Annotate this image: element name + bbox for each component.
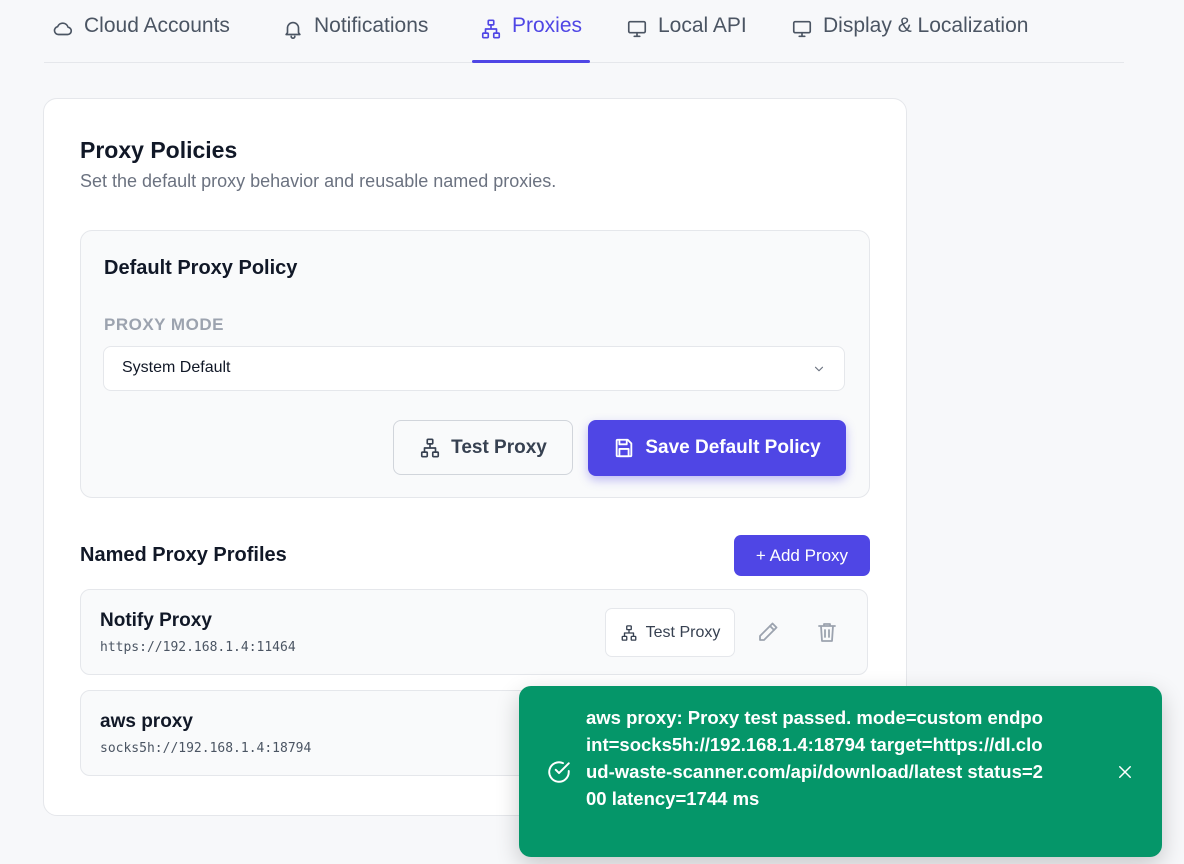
- save-default-policy-button[interactable]: Save Default Policy: [588, 420, 846, 476]
- cloud-icon: [53, 22, 73, 36]
- settings-tabs: Cloud Accounts Notifications Proxies Loc…: [44, 0, 1124, 63]
- monitor-icon: [627, 20, 647, 38]
- default-proxy-policy-panel: Default Proxy Policy PROXY MODE System D…: [80, 230, 870, 498]
- card-subtitle: Set the default proxy behavior and reusa…: [80, 171, 557, 191]
- proxy-profile-url: https://192.168.1.4:11464: [100, 640, 296, 655]
- proxy-mode-select[interactable]: System Default: [103, 346, 845, 391]
- success-toast: aws proxy: Proxy test passed. mode=custo…: [519, 686, 1162, 857]
- tab-label: Proxies: [512, 14, 583, 37]
- close-icon[interactable]: [1116, 763, 1134, 781]
- tab-local-api[interactable]: Local API: [626, 14, 747, 62]
- network-icon: [481, 19, 501, 39]
- chevron-down-icon: [814, 366, 824, 372]
- trash-icon[interactable]: [815, 620, 839, 644]
- save-icon: [616, 438, 633, 458]
- proxy-profile-name: Notify Proxy: [100, 610, 212, 631]
- policy-title: Default Proxy Policy: [104, 257, 298, 279]
- tab-label: Notifications: [314, 14, 429, 37]
- add-proxy-button[interactable]: + Add Proxy: [734, 535, 870, 576]
- toast-message: aws proxy: Proxy test passed. mode=custo…: [586, 707, 1043, 809]
- proxy-mode-label: PROXY MODE: [104, 315, 224, 334]
- check-circle-icon: [548, 761, 570, 783]
- test-proxy-button[interactable]: Test Proxy: [393, 420, 573, 475]
- add-proxy-label: + Add Proxy: [755, 545, 849, 565]
- tab-cloud-accounts[interactable]: Cloud Accounts: [52, 14, 230, 62]
- tab-proxies[interactable]: Proxies: [471, 14, 591, 63]
- bell-icon: [285, 21, 301, 39]
- proxy-profile-item: Notify Proxy https://192.168.1.4:11464 T…: [80, 589, 868, 675]
- proxy-mode-value: System Default: [122, 359, 231, 376]
- tab-label: Cloud Accounts: [84, 14, 230, 37]
- network-icon: [421, 437, 440, 458]
- card-title: Proxy Policies: [80, 137, 238, 163]
- profile-test-proxy-label: Test Proxy: [645, 623, 721, 641]
- tab-label: Local API: [658, 14, 747, 37]
- profile-test-proxy-button[interactable]: Test Proxy: [605, 608, 735, 657]
- proxy-profile-name: aws proxy: [100, 711, 193, 732]
- proxy-profile-url: socks5h://192.168.1.4:18794: [100, 741, 312, 756]
- named-proxy-profiles-title: Named Proxy Profiles: [80, 544, 287, 566]
- tab-label: Display & Localization: [823, 14, 1029, 37]
- monitor-icon: [792, 20, 812, 38]
- pencil-icon[interactable]: [756, 620, 780, 644]
- tab-notifications[interactable]: Notifications: [282, 14, 428, 62]
- tab-display-localization[interactable]: Display & Localization: [791, 14, 1028, 62]
- test-proxy-label: Test Proxy: [451, 436, 547, 458]
- save-default-policy-label: Save Default Policy: [645, 437, 821, 458]
- network-icon: [621, 624, 637, 641]
